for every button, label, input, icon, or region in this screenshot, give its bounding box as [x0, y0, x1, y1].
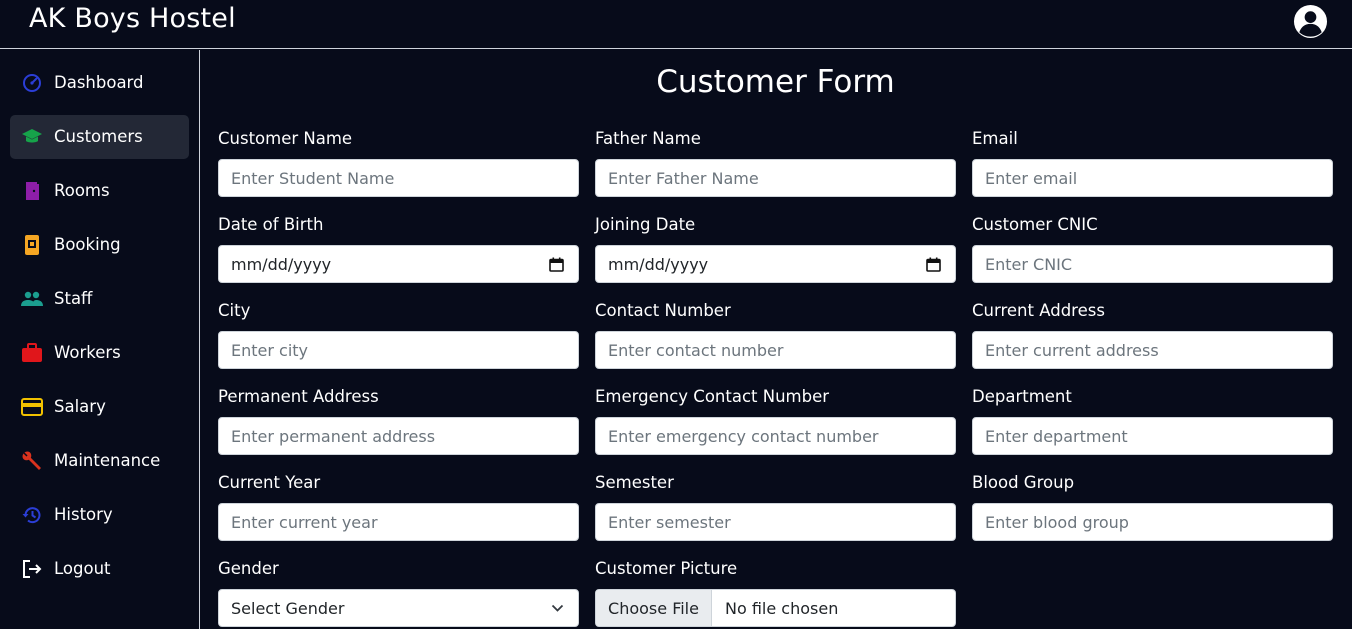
date-of-birth-input[interactable]: mm/dd/yyyy	[218, 245, 579, 283]
sidebar-item-customers[interactable]: Customers	[10, 115, 189, 159]
gender-label: Gender	[218, 559, 279, 578]
contact-number-input[interactable]	[595, 331, 956, 369]
blood-group-label: Blood Group	[972, 473, 1075, 492]
sidebar-item-label: Workers	[54, 343, 121, 362]
gender-selected-value: Select Gender	[231, 599, 345, 618]
sidebar-item-label: Staff	[54, 289, 93, 308]
calendar-icon[interactable]	[926, 257, 941, 272]
sidebar-item-staff[interactable]: Staff	[10, 277, 189, 321]
page-title: Customer Form	[656, 64, 895, 100]
calendar-icon[interactable]	[549, 257, 564, 272]
sidebar-item-label: Logout	[54, 559, 111, 578]
sidebar-item-booking[interactable]: Booking	[10, 223, 189, 267]
joining-date-label: Joining Date	[595, 215, 696, 234]
sidebar-item-workers[interactable]: Workers	[10, 331, 189, 375]
cnic-label: Customer CNIC	[972, 215, 1098, 234]
sidebar-item-history[interactable]: History	[10, 493, 189, 537]
current-address-input[interactable]	[972, 331, 1333, 369]
emergency-contact-label: Emergency Contact Number	[595, 387, 830, 406]
father-name-label: Father Name	[595, 129, 701, 148]
customer-name-input[interactable]	[218, 159, 579, 197]
sidebar-item-dashboard[interactable]: Dashboard	[10, 61, 189, 105]
app-title: AK Boys Hostel	[29, 3, 236, 34]
history-icon	[21, 504, 43, 526]
top-bar: AK Boys Hostel	[0, 0, 1352, 49]
contact-number-label: Contact Number	[595, 301, 731, 320]
sidebar-item-maintenance[interactable]: Maintenance	[10, 439, 189, 483]
date-placeholder: mm/dd/yyyy	[231, 255, 332, 274]
people-icon	[21, 288, 43, 310]
account-avatar-icon[interactable]	[1293, 4, 1328, 39]
cnic-input[interactable]	[972, 245, 1333, 283]
department-input[interactable]	[972, 417, 1333, 455]
sidebar-item-salary[interactable]: Salary	[10, 385, 189, 429]
dashboard-gauge-icon	[21, 72, 43, 94]
semester-input[interactable]	[595, 503, 956, 541]
father-name-input[interactable]	[595, 159, 956, 197]
door-icon	[21, 180, 43, 202]
department-label: Department	[972, 387, 1072, 406]
briefcase-icon	[21, 342, 43, 364]
sidebar-item-label: Rooms	[54, 181, 110, 200]
sidebar-item-label: Customers	[54, 127, 143, 146]
sidebar-item-label: Maintenance	[54, 451, 161, 470]
chevron-down-icon	[551, 604, 564, 612]
email-label: Email	[972, 129, 1018, 148]
permanent-address-input[interactable]	[218, 417, 579, 455]
sidebar-item-rooms[interactable]: Rooms	[10, 169, 189, 213]
logout-icon	[21, 558, 43, 580]
customer-name-label: Customer Name	[218, 129, 353, 148]
file-status-text: No file chosen	[725, 599, 839, 618]
city-label: City	[218, 301, 251, 320]
joining-date-input[interactable]: mm/dd/yyyy	[595, 245, 956, 283]
booking-icon	[21, 234, 43, 256]
picture-label: Customer Picture	[595, 559, 738, 578]
permanent-address-label: Permanent Address	[218, 387, 379, 406]
sidebar-item-label: Dashboard	[54, 73, 144, 92]
wrench-icon	[21, 450, 43, 472]
current-address-label: Current Address	[972, 301, 1105, 320]
semester-label: Semester	[595, 473, 674, 492]
sidebar-item-label: History	[54, 505, 113, 524]
date-placeholder: mm/dd/yyyy	[608, 255, 709, 274]
graduation-cap-icon	[21, 126, 43, 148]
credit-card-icon	[21, 396, 43, 418]
city-input[interactable]	[218, 331, 579, 369]
gender-select[interactable]: Select Gender	[218, 589, 579, 627]
current-year-input[interactable]	[218, 503, 579, 541]
sidebar-item-label: Salary	[54, 397, 106, 416]
sidebar-item-logout[interactable]: Logout	[10, 547, 189, 591]
email-field[interactable]	[972, 159, 1333, 197]
date-of-birth-label: Date of Birth	[218, 215, 324, 234]
sidebar: Dashboard Customers Rooms Booking Staff …	[0, 50, 200, 629]
choose-file-button[interactable]: Choose File	[596, 590, 712, 626]
current-year-label: Current Year	[218, 473, 321, 492]
emergency-contact-input[interactable]	[595, 417, 956, 455]
sidebar-item-label: Booking	[54, 235, 121, 254]
blood-group-input[interactable]	[972, 503, 1333, 541]
customer-form: Customer Form Customer Name Father Name …	[201, 50, 1352, 629]
picture-file-input[interactable]: Choose File No file chosen	[595, 589, 956, 627]
